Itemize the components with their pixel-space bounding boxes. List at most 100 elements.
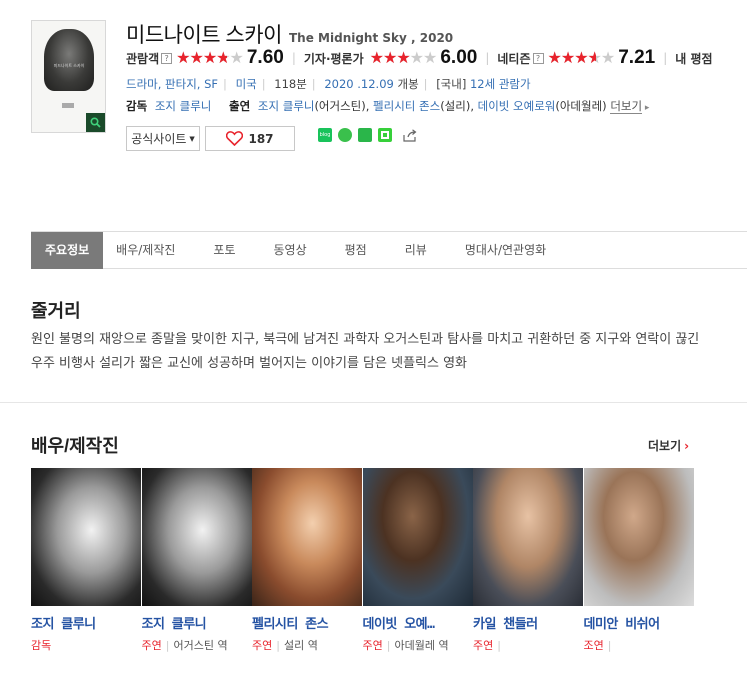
person-role: 주연 <box>473 639 494 652</box>
cast-item[interactable]: 카일 챈들러 주연 | <box>473 468 584 653</box>
person-role: 조연 <box>583 639 604 652</box>
region-label: [국내] <box>436 77 467 91</box>
zoom-icon[interactable] <box>86 113 105 132</box>
crew-info: 감독 조지 클루니 출연 조지 클루니(어거스틴), 펠리시티 존스(설리), … <box>126 98 649 114</box>
person-photo[interactable] <box>31 468 141 606</box>
cast-item[interactable]: 조지 클루니 감독 <box>31 468 142 653</box>
official-site-label: 공식사이트 <box>131 132 187 146</box>
tab-cast-crew[interactable]: 배우/제작진 <box>103 232 194 269</box>
synopsis-heading: 줄거리 <box>31 301 81 321</box>
rating-label-netizen: 네티즌 <box>497 51 531 66</box>
person-role: 주연 <box>362 639 383 652</box>
tab-review[interactable]: 리뷰 <box>386 232 446 269</box>
person-name[interactable]: 조지 클루니 <box>142 613 248 632</box>
like-count: 187 <box>248 131 274 146</box>
cast-item[interactable]: 데미안 비쉬어 조연 | <box>583 468 695 653</box>
help-icon[interactable]: ? <box>161 52 173 64</box>
share-icon[interactable] <box>402 128 418 142</box>
rating-row: 관람객 ? ★★★★★★★★★★ 7.60 | 기자·평론가 ★★★★★★★★★… <box>126 47 715 69</box>
cafe-share-icon[interactable] <box>338 128 352 142</box>
person-character: 어거스틴 역 <box>173 639 228 652</box>
person-role: 감독 <box>31 639 52 652</box>
person-name[interactable]: 펠리시티 존스 <box>252 613 358 632</box>
cast-item[interactable]: 데이빗 오예… 주연 | 아데월레 역 <box>362 468 474 653</box>
rating-score-audience: 7.60 <box>246 47 284 68</box>
poster-image <box>44 29 94 91</box>
rating-stars-critic: ★★★★★★★★★★ <box>369 48 438 67</box>
cast-list: 조지 클루니 감독 조지 클루니 주연 | 어거스틴 역 펠리시티 존스 주연 | 설리… <box>31 468 694 653</box>
cast-heading: 배우/제작진 <box>31 436 119 456</box>
band-share-icon[interactable] <box>378 128 392 142</box>
movie-poster[interactable]: 미드나이트 스카이 <box>31 20 106 133</box>
person-character: 아데월레 역 <box>394 639 449 652</box>
person-photo[interactable] <box>252 468 362 606</box>
rating-stars-audience: ★★★★★★★★★★ <box>176 48 244 67</box>
tab-main-info[interactable]: 주요정보 <box>31 231 104 269</box>
divider: | <box>485 51 490 65</box>
person-photo[interactable] <box>362 468 473 606</box>
cast-link[interactable]: 펠리시티 존스 <box>373 99 440 113</box>
chevron-right-icon: ▸ <box>642 103 650 113</box>
release-suffix: 개봉 <box>397 77 419 91</box>
cast-link[interactable]: 데이빗 오예로워 <box>478 99 556 113</box>
title-korean: 미드나이트 스카이 <box>126 24 282 47</box>
rating-score-critic: 6.00 <box>440 47 478 68</box>
divider: | <box>663 51 668 65</box>
person-character: 설리 역 <box>283 639 318 652</box>
tab-photo[interactable]: 포토 <box>194 232 254 269</box>
cast-link[interactable]: 조지 클루니 <box>258 99 315 113</box>
poster-title: 미드나이트 스카이 <box>53 63 85 68</box>
person-name[interactable]: 데이빗 오예… <box>363 613 469 632</box>
person-name[interactable]: 카일 챈들러 <box>473 613 579 632</box>
rating-score-netizen: 7.21 <box>618 47 656 68</box>
heart-icon <box>226 131 244 146</box>
blog-share-icon[interactable]: blog <box>318 128 332 142</box>
synopsis-text: 원인 불명의 재앙으로 종말을 맞이한 지구, 북극에 남겨진 과학자 오거스틴… <box>31 332 700 371</box>
tab-rating[interactable]: 평점 <box>326 232 386 269</box>
person-photo[interactable] <box>141 468 252 606</box>
person-role: 주연 <box>141 639 162 652</box>
country-link[interactable]: 미국 <box>236 77 257 91</box>
cast-label: 출연 <box>229 99 251 113</box>
chevron-down-icon: ▼ <box>189 134 195 143</box>
director-link[interactable]: 조지 클루니 <box>155 99 212 113</box>
action-buttons: 공식사이트 ▼ 187 <box>126 126 295 151</box>
cast-item[interactable]: 조지 클루니 주연 | 어거스틴 역 <box>141 468 253 653</box>
help-icon[interactable]: ? <box>532 52 544 64</box>
my-rating-label[interactable]: 내 평점 <box>675 50 712 67</box>
tab-quotes-related[interactable]: 명대사/연관영화 <box>446 232 565 269</box>
rating-label-critic: 기자·평론가 <box>303 51 364 66</box>
rating-label-audience: 관람객 <box>126 51 160 66</box>
person-name[interactable]: 조지 클루니 <box>31 613 137 632</box>
section-divider <box>0 402 747 403</box>
cast-more-link[interactable]: 더보기 › <box>648 437 689 454</box>
cast-more-label: 더보기 <box>648 439 682 453</box>
rating-stars-netizen: ★★★★★★★★★★ <box>547 48 616 67</box>
like-button[interactable]: 187 <box>205 126 295 151</box>
share-icons: blog <box>318 128 418 142</box>
runtime: 118분 <box>274 77 307 91</box>
cast-role: (어거스틴), <box>314 99 370 113</box>
director-label: 감독 <box>126 99 148 113</box>
release-date-link[interactable]: 2020 .12.09 <box>324 77 394 91</box>
cast-item[interactable]: 펠리시티 존스 주연 | 설리 역 <box>252 468 363 653</box>
cast-role: (설리), <box>440 99 474 113</box>
chevron-right-icon: › <box>684 439 690 453</box>
divider: | <box>291 51 296 65</box>
tab-video[interactable]: 동영상 <box>255 232 326 269</box>
title-english: The Midnight Sky , 2020 <box>289 31 454 45</box>
poster-credit-block <box>62 103 74 108</box>
person-role: 주연 <box>252 639 273 652</box>
cast-role: (아데월레) <box>555 99 607 113</box>
person-photo[interactable] <box>583 468 694 606</box>
movie-title: 미드나이트 스카이 The Midnight Sky , 2020 <box>126 19 453 49</box>
official-site-button[interactable]: 공식사이트 ▼ <box>126 126 200 151</box>
main-tabs: 주요정보 배우/제작진 포토 동영상 평점 리뷰 명대사/연관영화 <box>31 231 747 269</box>
movie-info: 드라마, 판타지, SF | 미국 | 118분 | 2020 .12.09 개봉 | … <box>126 77 531 91</box>
age-rating-link[interactable]: 12세 관람가 <box>470 77 531 91</box>
person-photo[interactable] <box>473 468 583 606</box>
genre-link[interactable]: 드라마, 판타지, SF <box>126 77 218 91</box>
crew-more-link[interactable]: 더보기 <box>610 99 643 114</box>
person-name[interactable]: 데미안 비쉬어 <box>584 613 690 632</box>
bookmark-share-icon[interactable] <box>358 128 372 142</box>
